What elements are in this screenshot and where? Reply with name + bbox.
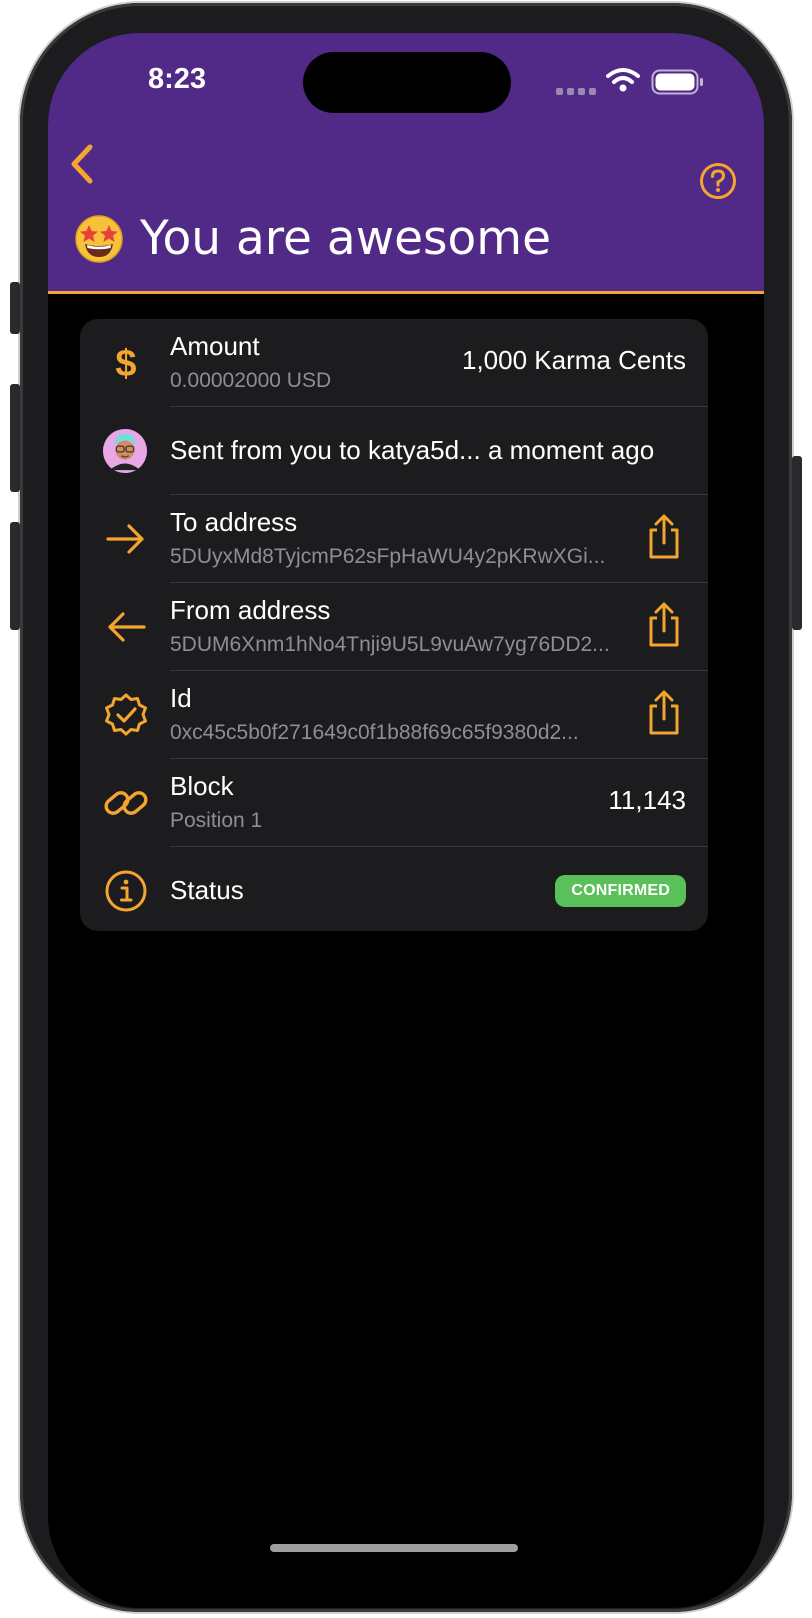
share-id-button[interactable] [644, 689, 684, 737]
block-row: Block Position 1 11,143 [80, 759, 708, 847]
status-time: 8:23 [148, 63, 207, 95]
block-position: Position 1 [170, 809, 263, 832]
status-label: Status [170, 875, 244, 905]
power-button [792, 456, 802, 630]
transaction-details-card: $ Amount 0.00002000 USD 1,000 Karma Cent… [80, 319, 708, 931]
to-address-row: To address 5DUyxMd8TyjcmP62sFpHaWU4y2pKR… [80, 495, 708, 583]
status-badge: CONFIRMED [555, 875, 686, 907]
header: 8:23 You are awesome [48, 33, 764, 294]
back-button[interactable] [64, 141, 100, 187]
amount-value: 1,000 Karma Cents [461, 345, 686, 375]
block-number: 11,143 [608, 785, 686, 815]
title-row: You are awesome [74, 211, 551, 266]
amount-row: $ Amount 0.00002000 USD 1,000 Karma Cent… [80, 319, 708, 407]
action-button [10, 282, 20, 334]
status-row: Status CONFIRMED [80, 847, 708, 931]
from-address-label: From address [170, 595, 331, 625]
amount-label: Amount [170, 331, 260, 361]
sent-row[interactable]: Sent from you to katya5d... a moment ago [80, 407, 708, 495]
share-to-address-button[interactable] [644, 513, 684, 561]
share-from-address-button[interactable] [644, 601, 684, 649]
help-button[interactable] [696, 159, 740, 203]
info-circle-icon [105, 870, 147, 912]
share-icon [649, 602, 679, 647]
volume-up-button [10, 384, 20, 492]
question-circle-icon [700, 163, 736, 199]
volume-down-button [10, 522, 20, 630]
sent-description: Sent from you to katya5d... a moment ago [170, 435, 655, 465]
share-icon [649, 514, 679, 559]
dynamic-island [303, 52, 511, 113]
verified-badge-icon [105, 693, 147, 736]
signal-icon [556, 88, 596, 95]
id-value: 0xc45c5b0f271649c0f1b88f69c65f9380d2... [170, 721, 579, 744]
wifi-icon [606, 68, 640, 92]
share-icon [649, 690, 679, 735]
from-address-row: From address 5DUM6Xnm1hNo4Tnji9U5L9vuAw7… [80, 583, 708, 671]
svg-text:$: $ [115, 343, 136, 385]
to-address-label: To address [170, 507, 298, 537]
page-title: You are awesome [140, 211, 551, 266]
to-address-value: 5DUyxMd8TyjcmP62sFpHaWU4y2pKRwXGi... [170, 545, 606, 568]
block-label: Block [170, 771, 234, 801]
avatar [102, 428, 148, 474]
arrow-left-icon [108, 612, 146, 642]
battery-icon [651, 69, 703, 95]
id-label: Id [170, 683, 192, 713]
id-row: Id 0xc45c5b0f271649c0f1b88f69c65f9380d2.… [80, 671, 708, 759]
chevron-left-icon [71, 144, 93, 184]
amount-usd: 0.00002000 USD [170, 369, 332, 392]
dollar-icon: $ [115, 343, 136, 385]
home-indicator[interactable] [270, 1544, 518, 1552]
star-struck-emoji-icon [75, 214, 123, 263]
screen: 8:23 You are awesome $ Amount 0.00002000… [48, 33, 764, 1608]
from-address-value: 5DUM6Xnm1hNo4Tnji9U5L9vuAw7yg76DD2... [170, 633, 610, 656]
arrow-right-icon [106, 524, 144, 554]
link-icon [104, 791, 148, 815]
